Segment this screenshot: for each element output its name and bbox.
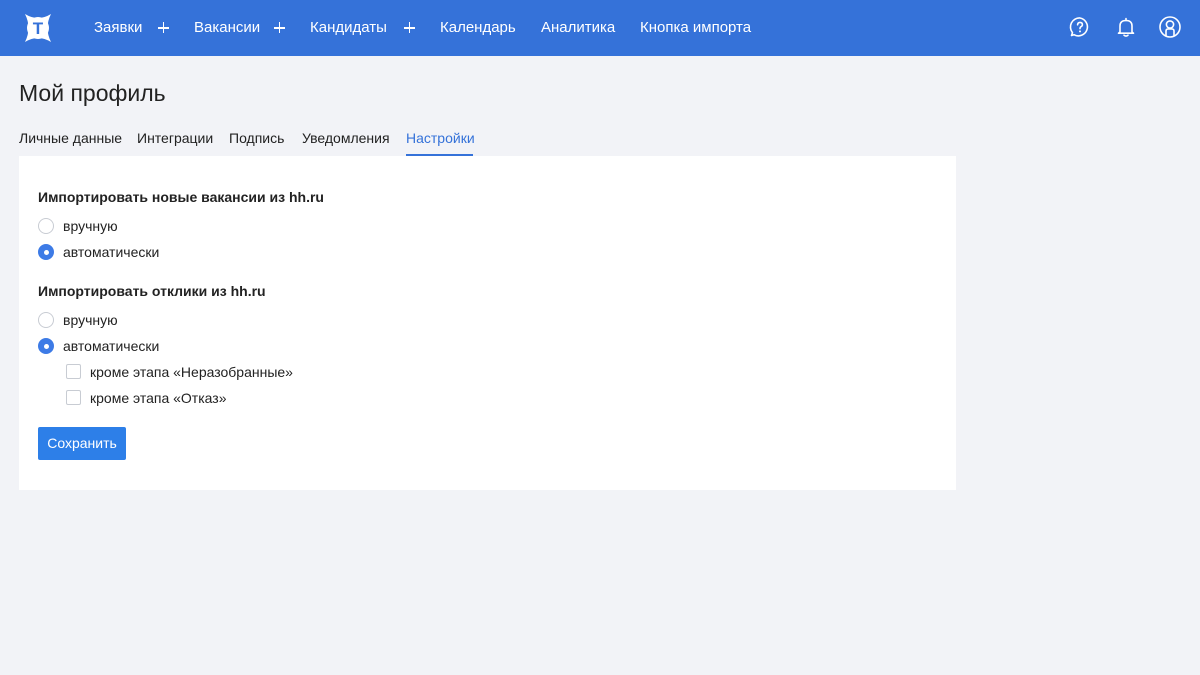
import-vacancies-title: Импортировать новые вакансии из hh.ru (38, 189, 324, 205)
except-unsorted-checkbox[interactable] (66, 364, 81, 379)
nav-analytics[interactable]: Аналитика (541, 18, 615, 38)
tab-signature[interactable]: Подпись (229, 129, 284, 147)
nav-candidates[interactable]: Кандидаты (310, 18, 387, 38)
nav-vacancies[interactable]: Вакансии (194, 18, 260, 38)
nav-calendar[interactable]: Календарь (440, 18, 516, 38)
responses-auto-label: автоматически (63, 338, 160, 354)
logo-icon[interactable]: T (19, 9, 57, 47)
tab-personal-data[interactable]: Личные данные (19, 129, 122, 147)
save-button[interactable]: Сохранить (38, 427, 126, 460)
user-icon[interactable] (1158, 15, 1182, 39)
nav-import-button[interactable]: Кнопка импорта (640, 18, 751, 38)
import-responses-title: Импортировать отклики из hh.ru (38, 283, 266, 299)
responses-manual-option[interactable]: вручную (38, 311, 138, 329)
except-rejected-checkbox[interactable] (66, 390, 81, 405)
responses-manual-radio[interactable] (38, 312, 54, 328)
add-vacancy-plus-icon[interactable] (273, 18, 287, 38)
vacancies-manual-option[interactable]: вручную (38, 217, 138, 235)
responses-auto-radio[interactable] (38, 338, 54, 354)
except-rejected-option[interactable]: кроме этапа «Отказ» (66, 389, 246, 407)
bell-icon[interactable] (1114, 15, 1138, 39)
help-icon[interactable] (1068, 15, 1092, 39)
vacancies-auto-option[interactable]: автоматически (38, 243, 178, 261)
vacancies-auto-label: автоматически (63, 244, 160, 260)
tab-notifications[interactable]: Уведомления (302, 129, 390, 147)
tab-settings[interactable]: Настройки (406, 129, 475, 147)
vacancies-auto-radio[interactable] (38, 244, 54, 260)
responses-manual-label: вручную (63, 312, 118, 328)
page-title: Мой профиль (19, 80, 166, 106)
logo-letter: T (33, 19, 44, 38)
settings-card: Импортировать новые вакансии из hh.ru вр… (19, 156, 956, 490)
vacancies-manual-label: вручную (63, 218, 118, 234)
responses-auto-option[interactable]: автоматически (38, 337, 178, 355)
except-rejected-label: кроме этапа «Отказ» (90, 390, 227, 406)
vacancies-manual-radio[interactable] (38, 218, 54, 234)
add-candidate-plus-icon[interactable] (403, 18, 417, 38)
except-unsorted-option[interactable]: кроме этапа «Неразобранные» (66, 363, 293, 381)
nav-requests[interactable]: Заявки (94, 18, 142, 38)
tab-integrations[interactable]: Интеграции (137, 129, 213, 147)
add-request-plus-icon[interactable] (157, 18, 171, 38)
top-navigation-bar: T Заявки Вакансии Кандидаты Календарь Ан… (0, 0, 1200, 56)
except-unsorted-label: кроме этапа «Неразобранные» (90, 364, 293, 380)
